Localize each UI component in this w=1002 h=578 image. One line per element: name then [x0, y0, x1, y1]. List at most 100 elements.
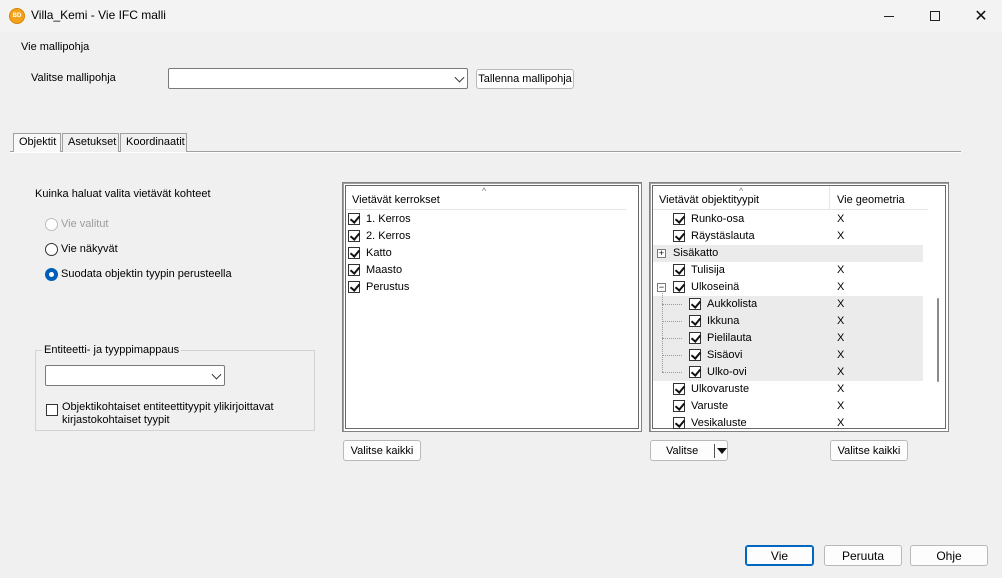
maximize-button[interactable] [912, 0, 958, 32]
floor-label: Maasto [366, 264, 403, 276]
object-type-label: Sisäkatto [673, 247, 719, 259]
object-type-row[interactable]: − Ulkoseinä X [653, 279, 923, 296]
close-icon: ✕ [974, 6, 988, 25]
split-divider [714, 444, 715, 458]
override-types-label: Objektikohtaiset entiteettityypit ylikir… [62, 401, 274, 427]
geometry-value: X [837, 400, 845, 412]
object-types-list-panel[interactable]: Vietävät objektityypit Vie geometria ^ R… [649, 182, 949, 432]
select-button-label: Valitse [666, 444, 699, 457]
sort-caret-icon: ^ [482, 186, 487, 196]
template-section-title: Vie mallipohja [21, 41, 90, 53]
tree-connector [662, 304, 682, 305]
geometry-value: X [837, 349, 845, 361]
tab-objektit[interactable]: Objektit [13, 133, 61, 152]
floor-checkbox[interactable] [348, 230, 360, 242]
save-template-button[interactable]: Tallenna mallipohja [476, 69, 574, 89]
minimize-icon [884, 15, 894, 17]
object-type-checkbox[interactable] [689, 298, 701, 310]
object-type-checkbox[interactable] [689, 349, 701, 361]
geometry-value: X [837, 332, 845, 344]
object-type-row[interactable]: Pielilauta X [653, 330, 923, 347]
entity-mapping-combo[interactable] [45, 365, 225, 386]
floor-checkbox[interactable] [348, 247, 360, 259]
chevron-down-icon [454, 72, 465, 83]
tree-connector [662, 355, 682, 356]
object-type-row[interactable]: Räystäslauta X [653, 228, 923, 245]
geometry-value: X [837, 315, 845, 327]
object-types-header-label: Vietävät objektityypit [659, 194, 760, 206]
floors-list-panel[interactable]: Vietävät kerrokset ^ 1. Kerros 2. Kerros K… [342, 182, 642, 432]
tab-koordinaatit[interactable]: Koordinaatit [120, 133, 187, 152]
floor-list-item[interactable]: Maasto [346, 262, 626, 279]
object-type-row[interactable]: Ulko-ovi X [653, 364, 923, 381]
template-select-combo[interactable] [168, 68, 468, 89]
object-type-checkbox[interactable] [673, 383, 685, 395]
minimize-button[interactable] [866, 0, 912, 32]
object-type-checkbox[interactable] [673, 264, 685, 276]
help-button[interactable]: Ohje [910, 545, 988, 566]
object-type-row[interactable]: Tulisija X [653, 262, 923, 279]
template-select-label: Valitse mallipohja [31, 72, 116, 84]
types-select-all-button[interactable]: Valitse kaikki [830, 440, 908, 461]
select-dropdown-button[interactable]: Valitse [650, 440, 728, 461]
close-button[interactable]: ✕ [958, 0, 1002, 32]
floor-label: Perustus [366, 281, 410, 293]
object-type-checkbox[interactable] [673, 417, 685, 429]
floors-select-all-button[interactable]: Valitse kaikki [343, 440, 421, 461]
tree-connector [662, 321, 682, 322]
radio-vie-nakyvat[interactable] [45, 243, 58, 256]
scrollbar-thumb[interactable] [937, 298, 939, 382]
floor-list-item[interactable]: 1. Kerros [346, 211, 626, 228]
geometry-value: X [837, 264, 845, 276]
object-type-row[interactable]: Varuste X [653, 398, 923, 415]
object-type-checkbox[interactable] [673, 281, 685, 293]
radio-vie-nakyvat-label: Vie näkyvät [61, 243, 118, 255]
expand-icon[interactable]: + [657, 249, 666, 258]
floor-label: 1. Kerros [366, 213, 411, 225]
floor-list-item[interactable]: Perustus [346, 279, 626, 296]
override-types-checkbox[interactable] [46, 404, 58, 416]
radio-vie-valitut[interactable] [45, 218, 58, 231]
floor-label: Katto [366, 247, 392, 259]
object-type-row[interactable]: Vesikaluste X [653, 415, 923, 432]
geometry-value: X [837, 230, 845, 242]
geometry-value: X [837, 213, 845, 225]
object-type-row[interactable]: Runko-osa X [653, 211, 923, 228]
object-type-row[interactable]: + Sisäkatto [653, 245, 923, 262]
object-type-checkbox[interactable] [673, 400, 685, 412]
floor-checkbox[interactable] [348, 281, 360, 293]
floor-list-item[interactable]: 2. Kerros [346, 228, 626, 245]
object-type-row[interactable]: Ikkuna X [653, 313, 923, 330]
object-type-checkbox[interactable] [689, 315, 701, 327]
floor-checkbox[interactable] [348, 264, 360, 276]
object-type-checkbox[interactable] [689, 332, 701, 344]
object-type-row[interactable]: Aukkolista X [653, 296, 923, 313]
entity-mapping-group-title: Entiteetti- ja tyyppimappaus [42, 344, 182, 356]
cancel-button[interactable]: Peruuta [824, 545, 902, 566]
geometry-header-label: Vie geometria [837, 194, 905, 206]
object-type-label: Vesikaluste [691, 417, 747, 429]
collapse-icon[interactable]: − [657, 283, 666, 292]
object-type-checkbox[interactable] [673, 213, 685, 225]
geometry-value: X [837, 417, 845, 429]
export-options-heading: Kuinka haluat valita vietävät kohteet [35, 188, 211, 200]
window-title: Villa_Kemi - Vie IFC malli [31, 8, 166, 22]
maximize-icon [930, 11, 940, 21]
object-type-checkbox[interactable] [689, 366, 701, 378]
radio-suodata-label: Suodata objektin tyypin perusteella [61, 268, 232, 280]
export-button[interactable]: Vie [745, 545, 814, 566]
floor-checkbox[interactable] [348, 213, 360, 225]
geometry-column-header[interactable]: Vie geometria [831, 186, 928, 210]
object-type-row[interactable]: Sisäovi X [653, 347, 923, 364]
object-type-label: Ulkovaruste [691, 383, 750, 395]
tab-asetukset[interactable]: Asetukset [62, 133, 119, 152]
object-type-label: Pielilauta [707, 332, 752, 344]
dropdown-arrow-icon[interactable] [717, 448, 727, 454]
object-type-row[interactable]: Ulkovaruste X [653, 381, 923, 398]
object-type-checkbox[interactable] [673, 230, 685, 242]
radio-suodata-tyypin-perusteella[interactable] [45, 268, 58, 281]
tab-strip-highlight [10, 152, 961, 153]
tree-connector [662, 338, 682, 339]
floor-list-item[interactable]: Katto [346, 245, 626, 262]
object-type-label: Ulko-ovi [707, 366, 747, 378]
